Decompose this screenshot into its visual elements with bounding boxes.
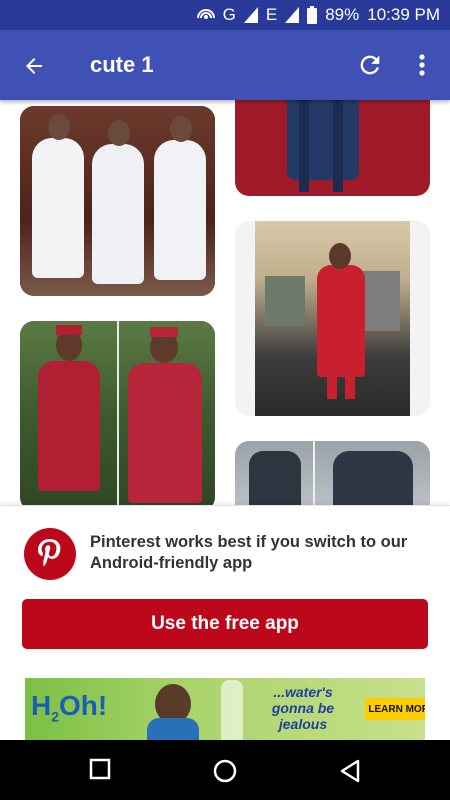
pin-image-4[interactable] [20, 321, 215, 505]
wifi-icon [196, 6, 215, 24]
refresh-button[interactable] [356, 51, 384, 79]
network-label: G [222, 5, 236, 24]
pinterest-logo [24, 528, 76, 580]
clock: 10:39 PM [367, 5, 440, 24]
pin-image-1[interactable] [20, 106, 215, 296]
ad-brand-logo: H2Oh! [31, 690, 108, 725]
battery-icon [307, 6, 318, 24]
ad-person-image [143, 682, 203, 740]
battery-percent: 89% [325, 5, 360, 24]
arrow-back-icon [26, 58, 42, 74]
use-free-app-button[interactable]: Use the free app [22, 599, 428, 649]
pin-image-2[interactable] [235, 100, 430, 196]
ad-learn-more-button[interactable]: LEARN MORE [365, 698, 425, 720]
app-bar: cute 1 [0, 30, 450, 100]
ad-tagline: ...water's gonna be jealous [271, 684, 335, 732]
pin-image-3[interactable] [235, 221, 430, 416]
more-vert-icon [419, 54, 425, 76]
more-options-button[interactable] [412, 51, 432, 79]
signal-icon-2 [285, 7, 300, 23]
system-nav-bar [0, 740, 450, 800]
pin-feed[interactable] [0, 100, 450, 505]
page-title: cute 1 [90, 52, 154, 77]
banner-message: Pinterest works best if you switch to ou… [90, 533, 408, 572]
signal-icon [243, 7, 258, 23]
ad-banner[interactable]: H2Oh! ...water's gonna be jealous LEARN … [25, 678, 425, 740]
home-button[interactable] [212, 758, 238, 784]
circle-home-icon [213, 759, 237, 783]
ad-bottle-image [221, 680, 243, 740]
recents-button[interactable] [89, 758, 115, 784]
square-recents-icon [89, 758, 111, 780]
signal-label: E [265, 5, 278, 24]
app-install-banner: Pinterest works best if you switch to ou… [0, 505, 450, 666]
refresh-icon [360, 55, 380, 75]
status-bar: G E 89% 10:39 PM [0, 0, 450, 30]
back-button[interactable] [20, 52, 48, 80]
pinterest-p-icon [38, 539, 61, 567]
nav-back-button[interactable] [338, 758, 364, 784]
pin-image-5[interactable] [235, 441, 430, 505]
triangle-back-icon [340, 759, 360, 783]
